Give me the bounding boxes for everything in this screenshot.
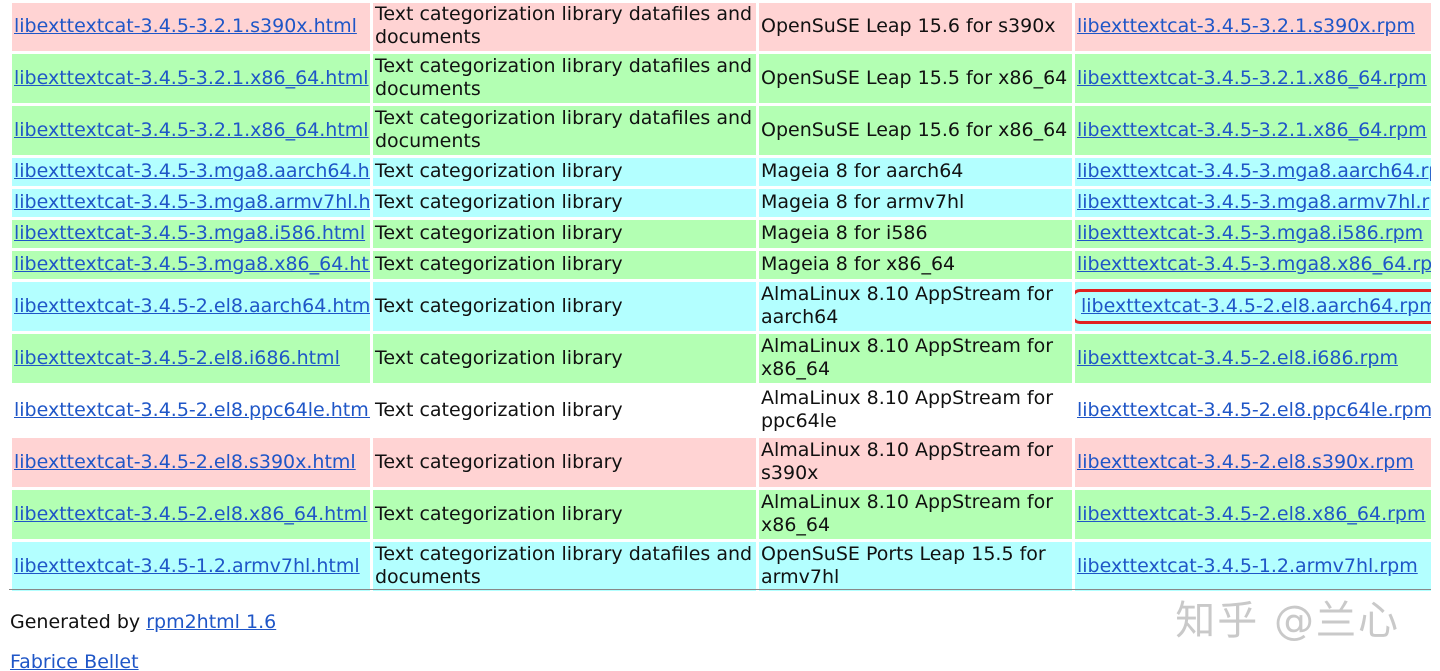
summary-cell: Text categorization library bbox=[373, 158, 756, 186]
table-row: libexttextcat-3.4.5-3.mga8.aarch64.html … bbox=[12, 158, 1431, 186]
rpm-download-link[interactable]: libexttextcat-3.4.5-3.mga8.armv7hl.rpm bbox=[1077, 191, 1431, 213]
summary-cell: Text categorization library bbox=[373, 334, 756, 383]
table-row: libexttextcat-3.4.5-3.2.1.x86_64.html Te… bbox=[12, 106, 1431, 155]
file-cell: libexttextcat-3.4.5-3.2.1.s390x.html bbox=[12, 3, 370, 51]
file-cell: libexttextcat-3.4.5-3.2.1.x86_64.html bbox=[12, 106, 370, 155]
summary-cell: Text categorization library bbox=[373, 189, 756, 217]
table-row: libexttextcat-3.4.5-3.2.1.x86_64.html Te… bbox=[12, 54, 1431, 103]
package-html-link[interactable]: libexttextcat-3.4.5-2.el8.aarch64.html bbox=[14, 295, 370, 317]
distro-cell: OpenSuSE Leap 15.5 for x86_64 bbox=[759, 54, 1072, 103]
rpm-download-link[interactable]: libexttextcat-3.4.5-3.mga8.aarch64.rpm bbox=[1077, 160, 1431, 182]
rpm-cell-highlighted: libexttextcat-3.4.5-2.el8.aarch64.rpm bbox=[1075, 282, 1431, 331]
rpm-cell: libexttextcat-3.4.5-3.2.1.s390x.rpm bbox=[1075, 3, 1431, 51]
rpm-cell: libexttextcat-3.4.5-3.2.1.x86_64.rpm bbox=[1075, 54, 1431, 103]
package-html-link[interactable]: libexttextcat-3.4.5-2.el8.ppc64le.html bbox=[14, 399, 370, 421]
rpm-cell: libexttextcat-3.4.5-2.el8.i686.rpm bbox=[1075, 334, 1431, 383]
file-cell: libexttextcat-3.4.5-3.2.1.x86_64.html bbox=[12, 54, 370, 103]
distro-cell: AlmaLinux 8.10 AppStream for ppc64le bbox=[759, 386, 1072, 435]
table-row: libexttextcat-3.4.5-2.el8.aarch64.html T… bbox=[12, 282, 1431, 331]
rpm-cell: libexttextcat-3.4.5-3.2.1.x86_64.rpm bbox=[1075, 106, 1431, 155]
package-html-link[interactable]: libexttextcat-3.4.5-3.mga8.aarch64.html bbox=[14, 160, 370, 182]
rpm-cell: libexttextcat-3.4.5-3.mga8.x86_64.rpm bbox=[1075, 251, 1431, 279]
table-row: libexttextcat-3.4.5-2.el8.x86_64.html Te… bbox=[12, 490, 1431, 539]
package-html-link[interactable]: libexttextcat-3.4.5-2.el8.x86_64.html bbox=[14, 503, 367, 525]
summary-cell: Text categorization library bbox=[373, 251, 756, 279]
zhihu-watermark: 知乎 @兰心 bbox=[1175, 598, 1400, 644]
rpm-download-link[interactable]: libexttextcat-3.4.5-3.2.1.x86_64.rpm bbox=[1077, 67, 1427, 89]
rpm-download-link[interactable]: libexttextcat-3.4.5-3.mga8.x86_64.rpm bbox=[1077, 253, 1431, 275]
package-html-link[interactable]: libexttextcat-3.4.5-2.el8.i686.html bbox=[14, 347, 340, 369]
package-html-link[interactable]: libexttextcat-3.4.5-3.2.1.x86_64.html bbox=[14, 67, 369, 89]
summary-cell: Text categorization library datafiles an… bbox=[373, 54, 756, 103]
table-row: libexttextcat-3.4.5-2.el8.ppc64le.html T… bbox=[12, 386, 1431, 435]
file-cell: libexttextcat-3.4.5-2.el8.x86_64.html bbox=[12, 490, 370, 539]
rpm-download-link[interactable]: libexttextcat-3.4.5-2.el8.i686.rpm bbox=[1077, 347, 1398, 369]
generated-by-line: Generated by rpm2html 1.6 bbox=[10, 611, 276, 634]
rpm2html-link[interactable]: rpm2html 1.6 bbox=[146, 611, 276, 633]
distro-cell: AlmaLinux 8.10 AppStream for x86_64 bbox=[759, 490, 1072, 539]
distro-cell: AlmaLinux 8.10 AppStream for s390x bbox=[759, 438, 1072, 487]
package-html-link[interactable]: libexttextcat-3.4.5-2.el8.s390x.html bbox=[14, 451, 356, 473]
file-cell: libexttextcat-3.4.5-3.mga8.i586.html bbox=[12, 220, 370, 248]
package-html-link[interactable]: libexttextcat-3.4.5-3.2.1.s390x.html bbox=[14, 15, 357, 37]
rpm-download-link[interactable]: libexttextcat-3.4.5-3.mga8.i586.rpm bbox=[1077, 222, 1423, 244]
summary-cell: Text categorization library bbox=[373, 386, 756, 435]
author-line: Fabrice Bellet bbox=[10, 651, 139, 671]
table-row: libexttextcat-3.4.5-3.mga8.x86_64.html T… bbox=[12, 251, 1431, 279]
distro-cell: OpenSuSE Leap 15.6 for s390x bbox=[759, 3, 1072, 51]
rpm-cell: libexttextcat-3.4.5-3.mga8.aarch64.rpm bbox=[1075, 158, 1431, 186]
file-cell: libexttextcat-3.4.5-2.el8.i686.html bbox=[12, 334, 370, 383]
rpm-download-link[interactable]: libexttextcat-3.4.5-3.2.1.s390x.rpm bbox=[1077, 15, 1415, 37]
rpm-download-link[interactable]: libexttextcat-3.4.5-3.2.1.x86_64.rpm bbox=[1077, 119, 1427, 141]
generated-by-label: Generated by bbox=[10, 611, 141, 633]
rpm-cell: libexttextcat-3.4.5-3.mga8.i586.rpm bbox=[1075, 220, 1431, 248]
summary-cell: Text categorization library datafiles an… bbox=[373, 542, 756, 591]
rpm-cell: libexttextcat-3.4.5-3.mga8.armv7hl.rpm bbox=[1075, 189, 1431, 217]
table-row: libexttextcat-3.4.5-3.2.1.s390x.html Tex… bbox=[12, 3, 1431, 51]
summary-cell: Text categorization library bbox=[373, 438, 756, 487]
author-link[interactable]: Fabrice Bellet bbox=[10, 651, 139, 671]
summary-cell: Text categorization library datafiles an… bbox=[373, 3, 756, 51]
distro-cell: AlmaLinux 8.10 AppStream for x86_64 bbox=[759, 334, 1072, 383]
table-row: libexttextcat-3.4.5-3.mga8.armv7hl.html … bbox=[12, 189, 1431, 217]
package-html-link[interactable]: libexttextcat-3.4.5-3.mga8.i586.html bbox=[14, 222, 365, 244]
distro-cell: OpenSuSE Leap 15.6 for x86_64 bbox=[759, 106, 1072, 155]
package-html-link[interactable]: libexttextcat-3.4.5-3.2.1.x86_64.html bbox=[14, 119, 369, 141]
rpm-cell: libexttextcat-3.4.5-1.2.armv7hl.rpm bbox=[1075, 542, 1431, 591]
distro-cell: OpenSuSE Ports Leap 15.5 for armv7hl bbox=[759, 542, 1072, 591]
file-cell: libexttextcat-3.4.5-2.el8.aarch64.html bbox=[12, 282, 370, 331]
package-html-link[interactable]: libexttextcat-3.4.5-3.mga8.armv7hl.html bbox=[14, 191, 370, 213]
file-cell: libexttextcat-3.4.5-3.mga8.armv7hl.html bbox=[12, 189, 370, 217]
file-cell: libexttextcat-3.4.5-1.2.armv7hl.html bbox=[12, 542, 370, 591]
table-row: libexttextcat-3.4.5-1.2.armv7hl.html Tex… bbox=[12, 542, 1431, 591]
rpm-cell: libexttextcat-3.4.5-2.el8.s390x.rpm bbox=[1075, 438, 1431, 487]
summary-cell: Text categorization library datafiles an… bbox=[373, 106, 756, 155]
distro-cell: Mageia 8 for i586 bbox=[759, 220, 1072, 248]
rpm-cell: libexttextcat-3.4.5-2.el8.x86_64.rpm bbox=[1075, 490, 1431, 539]
table-row: libexttextcat-3.4.5-2.el8.s390x.html Tex… bbox=[12, 438, 1431, 487]
file-cell: libexttextcat-3.4.5-2.el8.ppc64le.html bbox=[12, 386, 370, 435]
rpm-search-results-page: libexttextcat-3.4.5-3.2.1.s390x.html Tex… bbox=[0, 0, 1440, 671]
rpm-download-link-highlighted[interactable]: libexttextcat-3.4.5-2.el8.aarch64.rpm bbox=[1075, 288, 1431, 324]
distro-cell: AlmaLinux 8.10 AppStream for aarch64 bbox=[759, 282, 1072, 331]
package-html-link[interactable]: libexttextcat-3.4.5-3.mga8.x86_64.html bbox=[14, 253, 370, 275]
file-cell: libexttextcat-3.4.5-3.mga8.aarch64.html bbox=[12, 158, 370, 186]
distro-cell: Mageia 8 for x86_64 bbox=[759, 251, 1072, 279]
package-html-link[interactable]: libexttextcat-3.4.5-1.2.armv7hl.html bbox=[14, 555, 360, 577]
summary-cell: Text categorization library bbox=[373, 282, 756, 331]
rpm-download-link[interactable]: libexttextcat-3.4.5-1.2.armv7hl.rpm bbox=[1077, 555, 1418, 577]
summary-cell: Text categorization library bbox=[373, 220, 756, 248]
rpm-cell: libexttextcat-3.4.5-2.el8.ppc64le.rpm bbox=[1075, 386, 1431, 435]
table-row: libexttextcat-3.4.5-2.el8.i686.html Text… bbox=[12, 334, 1431, 383]
distro-cell: Mageia 8 for armv7hl bbox=[759, 189, 1072, 217]
distro-cell: Mageia 8 for aarch64 bbox=[759, 158, 1072, 186]
rpm-download-link[interactable]: libexttextcat-3.4.5-2.el8.x86_64.rpm bbox=[1077, 503, 1426, 525]
file-cell: libexttextcat-3.4.5-2.el8.s390x.html bbox=[12, 438, 370, 487]
package-table: libexttextcat-3.4.5-3.2.1.s390x.html Tex… bbox=[9, 0, 1434, 594]
table-row: libexttextcat-3.4.5-3.mga8.i586.html Tex… bbox=[12, 220, 1431, 248]
rpm-download-link[interactable]: libexttextcat-3.4.5-2.el8.ppc64le.rpm bbox=[1077, 399, 1431, 421]
summary-cell: Text categorization library bbox=[373, 490, 756, 539]
file-cell: libexttextcat-3.4.5-3.mga8.x86_64.html bbox=[12, 251, 370, 279]
rpm-download-link[interactable]: libexttextcat-3.4.5-2.el8.s390x.rpm bbox=[1077, 451, 1414, 473]
